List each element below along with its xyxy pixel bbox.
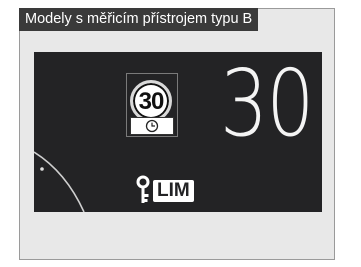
current-speed-readout: 30: [220, 52, 314, 157]
clock-icon: [145, 119, 159, 133]
speed-limit-circle: 30: [130, 80, 172, 122]
speed-limit-value: 30: [138, 88, 165, 115]
speed-limit-sign: 30: [126, 73, 178, 137]
section-title: Modely s měřicím přístrojem typu B: [19, 8, 259, 31]
limiter-key-icon: [136, 175, 150, 203]
instrument-display: 30 30 LIM: [34, 52, 322, 212]
time-plate: [130, 117, 174, 135]
speed-limiter-indicator: LIM: [135, 174, 205, 206]
limiter-label: LIM: [153, 180, 194, 202]
